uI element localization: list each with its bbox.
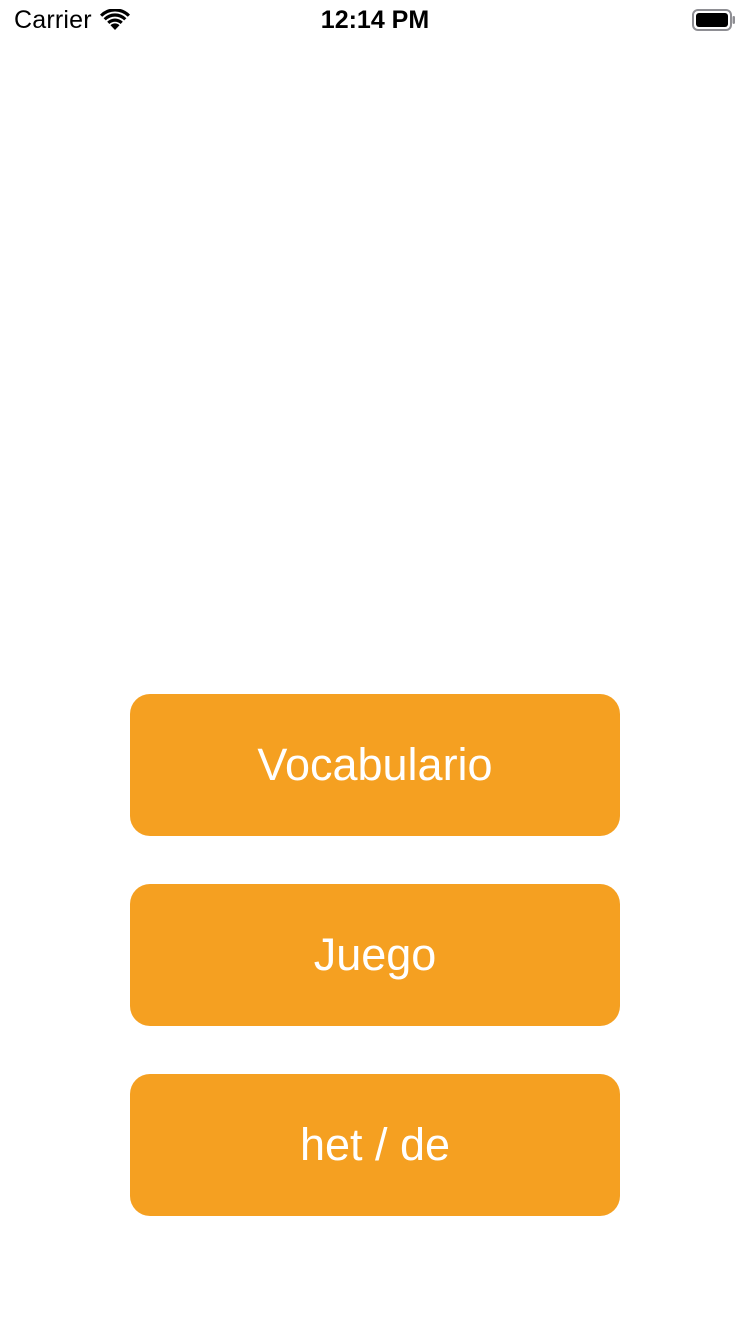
app-screen: Carrier 12:14 PM Vocabulario Juego het /… — [0, 0, 750, 1334]
status-bar: Carrier 12:14 PM — [0, 0, 750, 40]
battery-icon — [692, 9, 735, 31]
het-de-button[interactable]: het / de — [130, 1074, 620, 1216]
main-menu: Vocabulario Juego het / de — [130, 694, 620, 1264]
status-time: 12:14 PM — [320, 6, 430, 34]
juego-button[interactable]: Juego — [130, 884, 620, 1026]
vocabulario-button[interactable]: Vocabulario — [130, 694, 620, 836]
